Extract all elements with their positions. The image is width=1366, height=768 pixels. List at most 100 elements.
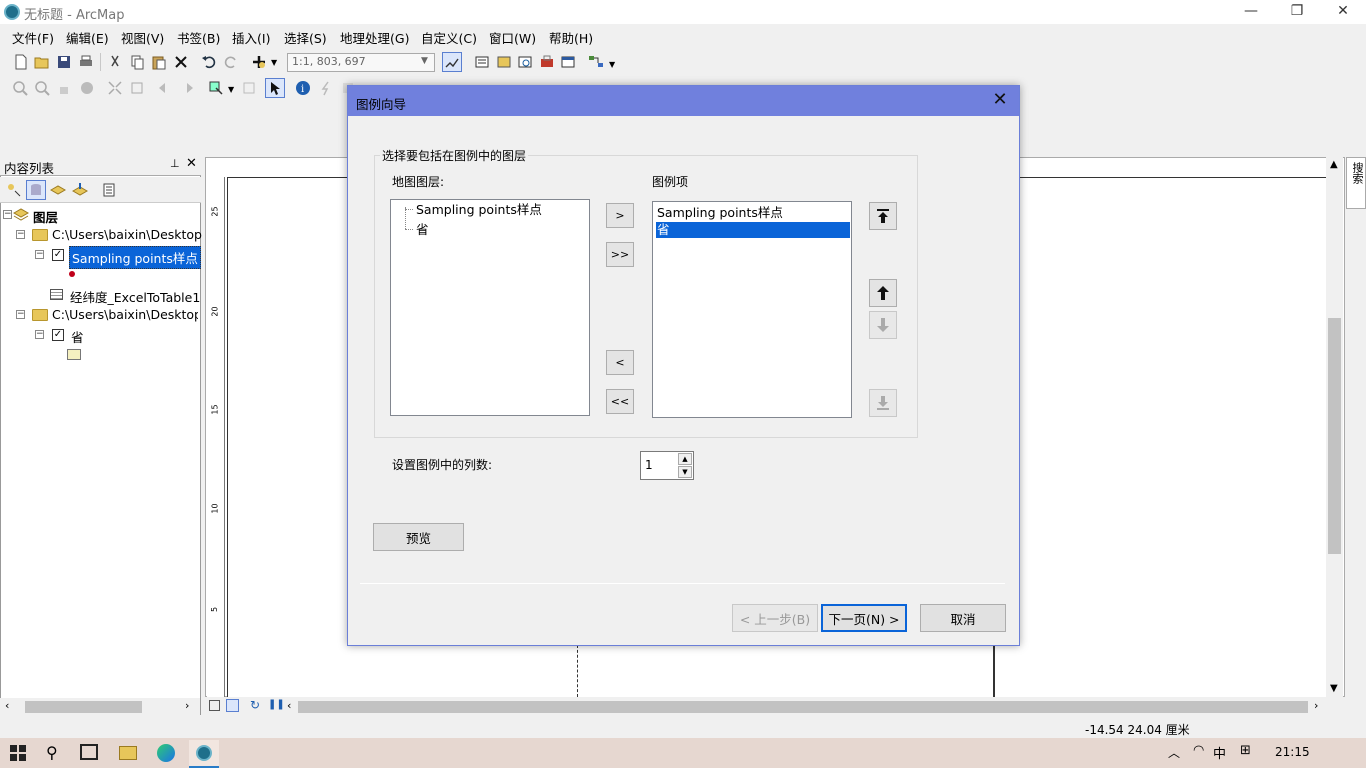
expand-toggle[interactable]: − (16, 310, 25, 319)
toc-table-item[interactable]: 经纬度_ExcelToTable1 (70, 287, 200, 306)
remove-all-layers-button[interactable]: << (606, 389, 634, 414)
expand-toggle[interactable]: − (35, 250, 44, 259)
toc-source-folder[interactable]: C:\Users\baixin\Desktop (52, 227, 202, 242)
list-by-visibility-icon[interactable] (48, 180, 68, 200)
scroll-left-icon[interactable]: ‹ (5, 699, 9, 712)
next-button[interactable]: 下一页(N) > (821, 604, 907, 632)
select-features-icon[interactable] (206, 78, 226, 98)
arctoolbox-icon[interactable] (537, 52, 557, 72)
preview-button[interactable]: 预览 (373, 523, 464, 551)
map-layer-item[interactable]: 省 (415, 222, 429, 238)
menu-view[interactable]: 视图(V) (121, 28, 164, 47)
print-icon[interactable] (76, 52, 96, 72)
search-side-tab[interactable]: 搜索 (1346, 157, 1366, 209)
vertical-scroll-thumb[interactable] (1328, 318, 1341, 554)
menu-file[interactable]: 文件(F) (12, 28, 54, 47)
list-by-drawing-order-icon[interactable] (4, 180, 24, 200)
toc-layer-sampling-points[interactable]: Sampling points样点 (69, 246, 201, 269)
map-layer-item[interactable]: Sampling points样点 (415, 202, 542, 218)
undo-icon[interactable] (199, 52, 219, 72)
menu-geoprocessing[interactable]: 地理处理(G) (340, 28, 409, 47)
legend-items-list[interactable]: Sampling points样点 省 (652, 201, 852, 418)
remove-layer-button[interactable]: < (606, 350, 634, 375)
map-scale-combo[interactable]: 1:1, 803, 697 (287, 53, 435, 72)
scroll-right-icon[interactable]: › (185, 699, 189, 712)
legend-item[interactable]: Sampling points样点 (656, 205, 850, 221)
move-up-button[interactable] (869, 279, 897, 307)
menu-insert[interactable]: 插入(I) (232, 28, 270, 47)
menu-bookmarks[interactable]: 书签(B) (177, 28, 220, 47)
toc-close-icon[interactable]: ✕ (186, 156, 197, 171)
add-data-dropdown-icon[interactable]: ▼ (271, 58, 277, 67)
toc-scroll-thumb[interactable] (25, 701, 142, 713)
dialog-close-icon[interactable]: ✕ (988, 90, 1012, 112)
search-window-icon[interactable] (515, 52, 535, 72)
add-data-icon[interactable] (249, 52, 269, 72)
expand-toggle[interactable]: − (3, 210, 12, 219)
menu-customize[interactable]: 自定义(C) (421, 28, 477, 47)
copy-icon[interactable] (127, 52, 147, 72)
task-view-icon[interactable] (80, 744, 98, 760)
spin-down-icon[interactable]: ▼ (678, 466, 692, 478)
select-dropdown-icon[interactable]: ▼ (228, 85, 234, 94)
ime-indicator[interactable]: 中 (1213, 743, 1226, 762)
scroll-up-icon[interactable]: ▲ (1330, 159, 1338, 170)
list-by-selection-icon[interactable] (70, 180, 90, 200)
menu-edit[interactable]: 编辑(E) (66, 28, 109, 47)
restore-button[interactable]: ❐ (1274, 0, 1320, 24)
cancel-button[interactable]: 取消 (920, 604, 1006, 632)
save-icon[interactable] (54, 52, 74, 72)
scroll-right-icon[interactable]: › (1314, 699, 1318, 712)
model-builder-icon[interactable] (586, 52, 606, 72)
spin-up-icon[interactable]: ▲ (678, 453, 692, 465)
clock[interactable]: 21:15 (1275, 745, 1310, 759)
arcmap-taskbar-button[interactable] (189, 740, 219, 768)
python-window-icon[interactable] (558, 52, 578, 72)
layout-view-icon[interactable] (226, 699, 239, 712)
identify-icon[interactable]: i (293, 78, 313, 98)
toolbar-options-icon[interactable]: ▼ (609, 60, 615, 69)
windows-start-icon[interactable] (10, 745, 26, 761)
add-all-layers-button[interactable]: >> (606, 242, 634, 267)
table-of-contents-icon[interactable] (472, 52, 492, 72)
paste-icon[interactable] (149, 52, 169, 72)
refresh-icon[interactable]: ↻ (250, 698, 260, 712)
toc-source-folder[interactable]: C:\Users\baixin\Desktop\ (52, 307, 198, 322)
edge-browser-icon[interactable] (157, 744, 175, 762)
menu-selection[interactable]: 选择(S) (284, 28, 327, 47)
horizontal-scroll-thumb[interactable] (298, 701, 1308, 713)
input-mode-icon[interactable]: ⊞ (1240, 743, 1251, 758)
toc-options-icon[interactable] (99, 180, 119, 200)
close-window-button[interactable]: ✕ (1320, 0, 1366, 24)
minimize-button[interactable]: — (1228, 0, 1274, 24)
toc-root-layers[interactable]: 图层 (33, 207, 58, 226)
expand-toggle[interactable]: − (35, 330, 44, 339)
columns-spinner[interactable]: 1 ▲ ▼ (640, 451, 694, 480)
search-icon[interactable]: ⚲ (46, 743, 58, 762)
file-explorer-icon[interactable] (119, 746, 137, 760)
new-document-icon[interactable] (11, 52, 31, 72)
add-layer-button[interactable]: > (606, 203, 634, 228)
cut-icon[interactable] (105, 52, 125, 72)
scale-dropdown-icon[interactable]: ▼ (421, 56, 428, 66)
layer-visibility-checkbox[interactable]: ✓ (52, 249, 64, 261)
columns-value[interactable]: 1 (645, 458, 653, 472)
data-view-icon[interactable] (209, 700, 220, 711)
menu-help[interactable]: 帮助(H) (549, 28, 593, 47)
map-layers-list[interactable]: Sampling points样点 省 (390, 199, 590, 416)
select-elements-icon[interactable] (265, 78, 285, 98)
pause-drawing-icon[interactable]: ❚❚ (268, 699, 285, 710)
list-by-source-icon[interactable] (26, 180, 46, 200)
network-icon[interactable]: ◠ (1193, 743, 1204, 758)
toc-layer-province[interactable]: 省 (71, 327, 84, 346)
open-folder-icon[interactable] (32, 52, 52, 72)
catalog-icon[interactable] (494, 52, 514, 72)
editor-toolbar-icon[interactable] (442, 52, 462, 72)
move-to-top-button[interactable] (869, 202, 897, 230)
tray-overflow-icon[interactable]: ︿ (1168, 744, 1180, 761)
expand-toggle[interactable]: − (16, 230, 25, 239)
scroll-down-icon[interactable]: ▼ (1330, 683, 1338, 694)
delete-icon[interactable] (171, 52, 191, 72)
menu-windows[interactable]: 窗口(W) (489, 28, 536, 47)
layer-visibility-checkbox[interactable]: ✓ (52, 329, 64, 341)
